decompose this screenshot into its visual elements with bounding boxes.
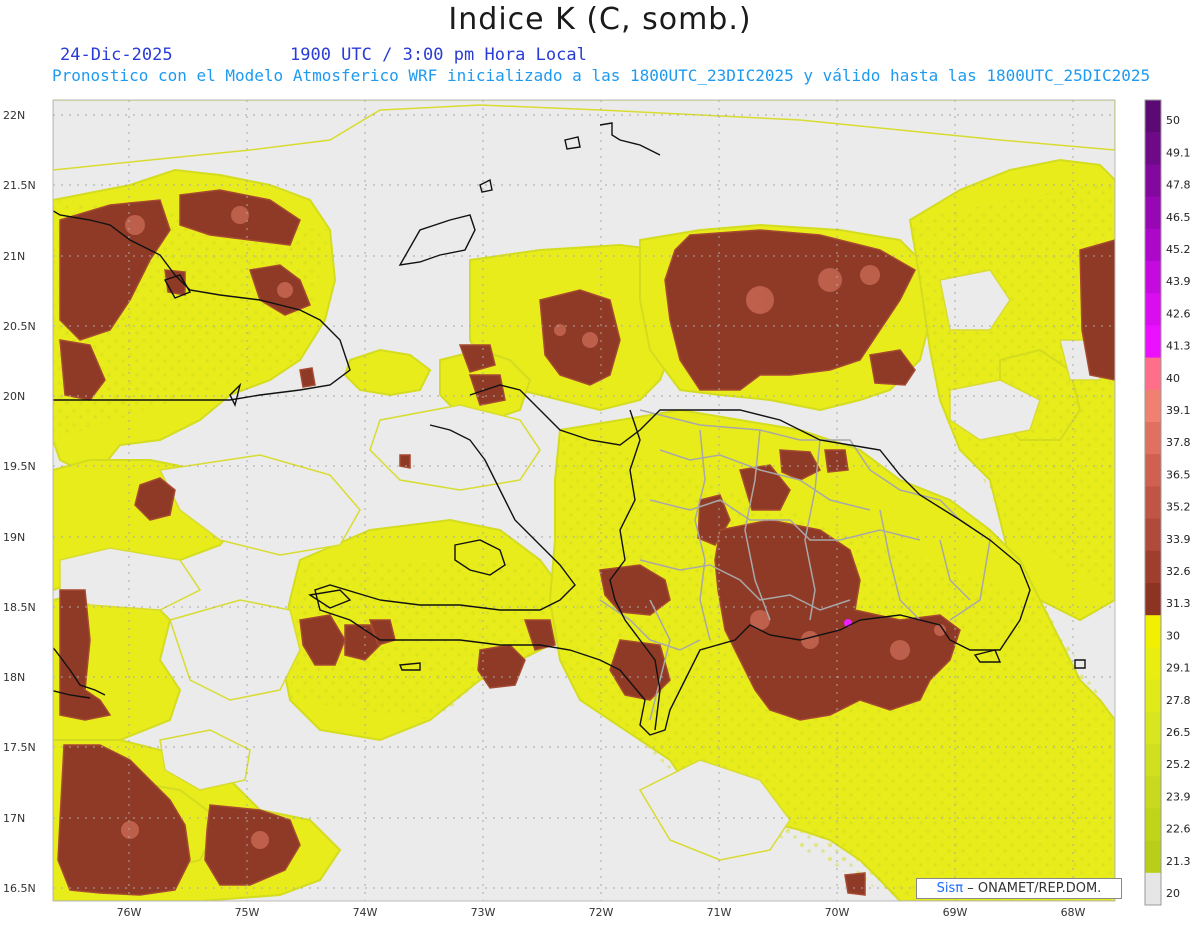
colorbar-swatch [1145, 196, 1161, 230]
lon-label: 72W [589, 906, 614, 919]
colorbar-label: 43.9 [1166, 275, 1191, 288]
colorbar-swatch [1145, 872, 1161, 906]
colorbar-swatch [1145, 776, 1161, 809]
forecast-date: 24-Dic-2025 [60, 45, 173, 65]
k-index-map: 22N 21.5N 21N 20.5N 20N 19.5N 19N 18.5N … [3, 99, 1191, 919]
colorbar-swatch [1145, 615, 1161, 648]
colorbar-swatch [1145, 389, 1161, 423]
colorbar-swatch [1145, 840, 1161, 874]
colorbar-label: 25.2 [1166, 758, 1191, 771]
colorbar-label: 37.8 [1166, 436, 1191, 449]
colorbar-swatch [1145, 744, 1161, 777]
lat-label: 21.5N [3, 179, 36, 192]
colorbar-label: 40 [1166, 372, 1180, 385]
colorbar-label: 46.5 [1166, 211, 1191, 224]
colorbar-swatch [1145, 357, 1161, 391]
colorbar-swatch [1145, 518, 1161, 552]
lon-axis: 76W 75W 74W 73W 72W 71W 70W 69W 68W [117, 906, 1086, 919]
lon-label: 73W [471, 906, 496, 919]
colorbar-swatch [1145, 550, 1161, 584]
colorbar-label: 30 [1166, 629, 1180, 642]
colorbar-label: 21.3 [1166, 855, 1191, 868]
credit-badge: Sisπ – ONAMET/REP.DOM. [916, 878, 1122, 899]
colorbar-swatch [1145, 454, 1161, 487]
lon-label: 69W [943, 906, 968, 919]
colorbar-label: 39.1 [1166, 404, 1191, 417]
colorbar-swatch [1145, 293, 1161, 326]
colorbar-label: 41.3 [1166, 340, 1191, 353]
lat-label: 19N [3, 531, 25, 544]
lat-label: 17N [3, 812, 25, 825]
colorbar-label: 27.8 [1166, 694, 1191, 707]
colorbar-label: 50 [1166, 114, 1180, 127]
lon-label: 74W [353, 906, 378, 919]
colorbar-label: 35.2 [1166, 501, 1191, 514]
lat-label: 20N [3, 390, 25, 403]
colorbar-label: 29.1 [1166, 662, 1191, 675]
sispi-logo: Sisπ [936, 881, 964, 896]
lat-axis: 22N 21.5N 21N 20.5N 20N 19.5N 19N 18.5N … [3, 109, 36, 895]
lon-label: 76W [117, 906, 142, 919]
colorbar-label: 49.1 [1166, 146, 1191, 159]
colorbar-label: 31.3 [1166, 597, 1191, 610]
forecast-subtitle: Pronostico con el Modelo Atmosferico WRF… [52, 66, 1151, 85]
lon-label: 70W [825, 906, 850, 919]
colorbar-label: 22.6 [1166, 823, 1191, 836]
forecast-time: 1900 UTC / 3:00 pm Hora Local [290, 45, 587, 65]
lat-label: 22N [3, 109, 25, 122]
colorbar-swatch [1145, 679, 1161, 713]
colorbar-label: 20 [1166, 887, 1180, 900]
lat-label: 17.5N [3, 741, 36, 754]
colorbar-swatch [1145, 100, 1161, 133]
lat-label: 16.5N [3, 882, 36, 895]
lat-label: 18.5N [3, 601, 36, 614]
colorbar-swatch [1145, 583, 1161, 616]
colorbar-label: 32.6 [1166, 565, 1191, 578]
colorbar-swatch [1145, 486, 1161, 520]
colorbar-label: 42.6 [1166, 307, 1191, 320]
colorbar-label: 26.5 [1166, 726, 1191, 739]
lat-label: 19.5N [3, 460, 36, 473]
lat-label: 21N [3, 250, 25, 263]
colorbar-label: 33.9 [1166, 533, 1191, 546]
colorbar-swatch [1145, 808, 1161, 842]
lon-label: 75W [235, 906, 260, 919]
colorbar-label: 23.9 [1166, 790, 1191, 803]
lon-label: 68W [1061, 906, 1086, 919]
colorbar-swatch [1145, 164, 1161, 198]
colorbar-label: 47.8 [1166, 179, 1191, 192]
colorbar-swatch [1145, 711, 1161, 745]
colorbar-swatch [1145, 228, 1161, 262]
credit-text: – ONAMET/REP.DOM. [967, 881, 1102, 896]
lon-label: 71W [707, 906, 732, 919]
colorbar-label: 45.2 [1166, 243, 1191, 256]
lat-label: 20.5N [3, 320, 36, 333]
colorbar-swatch [1145, 325, 1161, 359]
colorbar-swatch [1145, 132, 1161, 165]
colorbar-swatch [1145, 422, 1161, 455]
colorbar-swatch [1145, 647, 1161, 681]
colorbar-label: 36.5 [1166, 468, 1191, 481]
chart-title: Indice K (C, somb.) [448, 2, 752, 37]
lat-label: 18N [3, 671, 25, 684]
colorbar-swatch [1145, 261, 1161, 294]
colorbar: 50 49.1 47.8 46.5 45.2 43.9 42.6 41.3 40 39.1 37.8… [1144, 99, 1191, 906]
